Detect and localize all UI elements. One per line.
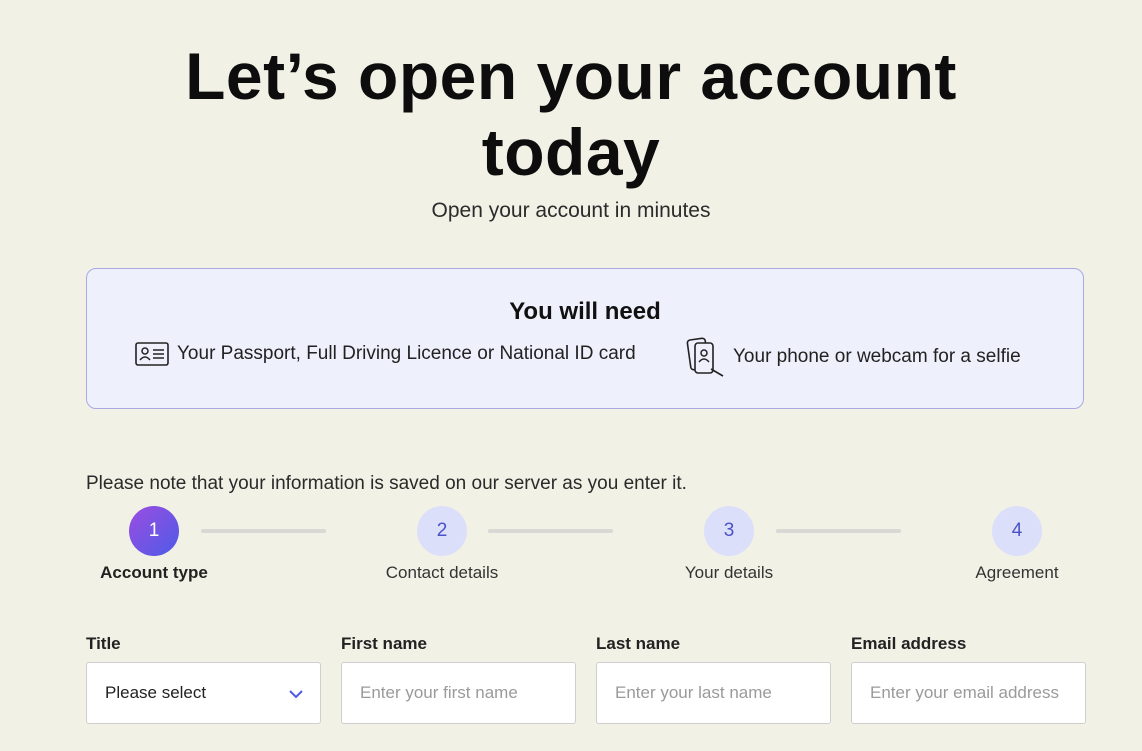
page-subtitle: Open your account in minutes (431, 199, 711, 222)
first-name-label: First name (341, 634, 427, 653)
save-notice: Please note that your information is sav… (86, 473, 687, 494)
step-connector (776, 529, 901, 533)
page-title-line-1: Let’s open your account (185, 39, 957, 113)
title-select[interactable]: Please select (86, 662, 321, 724)
step-1-circle: 1 (129, 506, 179, 556)
requirement-selfie: Your phone or webcam for a selfie (685, 337, 1021, 377)
step-2-circle: 2 (417, 506, 467, 556)
step-4-label: Agreement (975, 563, 1059, 582)
step-2-label: Contact details (385, 563, 499, 582)
title-label: Title (86, 634, 121, 653)
email-label: Email address (851, 634, 967, 653)
phone-selfie-icon (685, 337, 725, 377)
page-title: Let’s open your account today (0, 38, 1142, 190)
step-3-label: Your details (684, 563, 774, 582)
id-card-icon (135, 341, 169, 367)
title-select-value: Please select (105, 683, 207, 702)
page-title-line-2: today (481, 115, 661, 189)
last-name-label: Last name (596, 634, 681, 653)
email-field[interactable] (851, 662, 1086, 724)
requirement-id: Your Passport, Full Driving Licence or N… (135, 341, 636, 367)
step-3-circle: 3 (704, 506, 754, 556)
first-name-field[interactable] (341, 662, 576, 724)
requirement-selfie-text: Your phone or webcam for a selfie (733, 346, 1021, 367)
requirement-id-text: Your Passport, Full Driving Licence or N… (177, 343, 636, 364)
chevron-down-icon (288, 685, 304, 705)
step-1-label: Account type (100, 563, 208, 582)
last-name-field[interactable] (596, 662, 831, 724)
step-connector (201, 529, 326, 533)
requirements-title: You will need (509, 298, 661, 325)
step-connector (488, 529, 613, 533)
requirements-box: You will need Your Passport, Full Drivin… (86, 268, 1084, 409)
step-4-circle: 4 (992, 506, 1042, 556)
